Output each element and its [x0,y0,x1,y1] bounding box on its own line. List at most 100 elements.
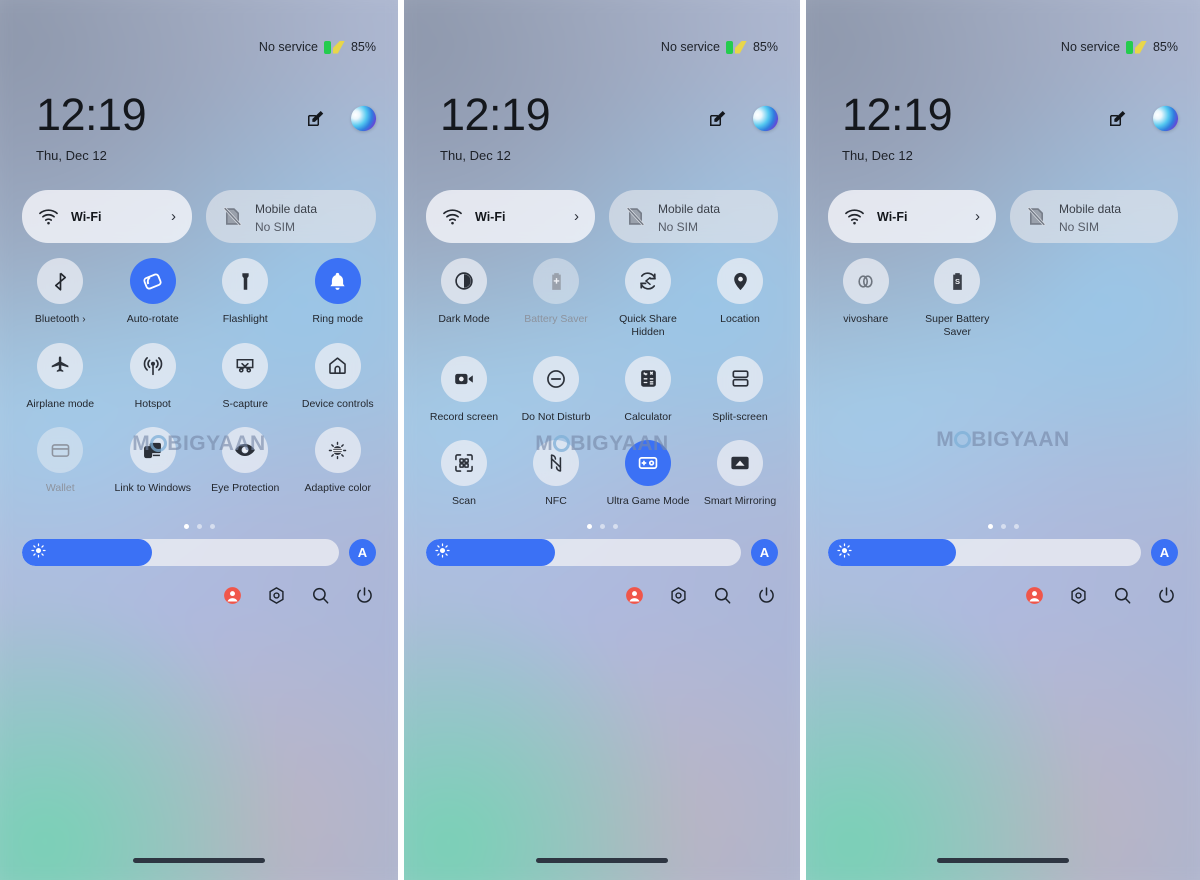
page-dot-1[interactable] [183,524,189,529]
settings-gear-icon[interactable] [668,585,688,605]
page-dot-3[interactable] [1013,524,1019,529]
mobile-data-card[interactable]: Mobile data No SIM [206,190,376,243]
user-account-icon[interactable] [222,585,242,605]
tile-auto-rotate[interactable]: Auto-rotate [107,258,200,327]
auto-brightness-button[interactable]: A [751,539,778,566]
home-indicator-bar[interactable] [937,858,1069,863]
header-clock-row: 12:19 Thu, Dec 12 [806,92,1200,163]
page-dot-1[interactable] [586,524,592,529]
wifi-card-label: Wi-Fi [877,209,908,224]
tile-label: Quick Share Hidden [619,313,677,339]
tile-dark-mode[interactable]: Dark Mode [418,258,510,340]
battery-plus-icon [533,258,579,304]
search-icon[interactable] [310,585,330,605]
tile-link-to-windows[interactable]: Link to Windows [107,427,200,495]
tile-label: Bluetooth › [34,313,86,325]
tile-label: Adaptive color [304,482,372,495]
header-clock-row: 12:19 Thu, Dec 12 [0,92,398,163]
home-indicator-bar[interactable] [536,858,668,863]
brightness-slider[interactable] [22,539,339,566]
tile-quick-share[interactable]: Quick Share Hidden [602,258,694,340]
tile-nfc[interactable]: NFC [510,440,602,508]
tile-label: Location [720,313,760,325]
tile-label: Link to Windows [114,482,191,495]
tile-location[interactable]: Location [694,258,786,340]
auto-brightness-button[interactable]: A [349,539,376,566]
power-icon[interactable] [354,585,374,605]
mobile-data-label: Mobile data [255,201,318,216]
user-account-icon[interactable] [624,585,644,605]
clock-time: 12:19 [36,89,147,140]
control-center-panel-2: No service 85% 12:19 Thu, Dec 12 Wi-Fi ›… [404,0,800,880]
tile-smart-mirroring[interactable]: Smart Mirroring [694,440,786,508]
page-indicator [0,524,398,529]
brightness-slider[interactable] [828,539,1141,566]
tile-bluetooth[interactable]: Bluetooth › [14,258,107,327]
clock-date: Thu, Dec 12 [842,148,913,163]
chevron-right-icon[interactable]: › [171,208,178,225]
page-dot-2[interactable] [599,524,605,529]
video-camera-icon [441,355,487,402]
wifi-card[interactable]: Wi-Fi › [426,190,595,243]
tile-super-battery-saver[interactable]: S Super Battery Saver [912,258,1004,340]
svg-text:S: S [955,276,960,285]
page-dot-1[interactable] [987,524,993,529]
mobile-data-card[interactable]: Mobile data No SIM [609,190,778,243]
chevron-right-icon[interactable]: › [975,208,982,225]
page-dot-2[interactable] [196,524,202,529]
tile-adaptive-color[interactable]: Adaptive color [292,427,385,495]
wifi-card-label: Wi-Fi [71,209,102,224]
edit-pencil-square-icon[interactable] [1108,109,1127,128]
power-icon[interactable] [1156,585,1176,605]
page-dot-3[interactable] [209,524,215,529]
tile-calculator[interactable]: Calculator [602,355,694,424]
tile-split-screen[interactable]: Split-screen [694,355,786,424]
clock-time: 12:19 [842,89,953,140]
auto-brightness-button[interactable]: A [1151,539,1178,566]
bottom-action-bar [1024,585,1176,605]
vivo-logo-icon [1149,102,1182,135]
tile-ultra-game-mode[interactable]: Ultra Game Mode [602,440,694,508]
tile-ring-mode[interactable]: Ring mode [292,258,385,327]
edit-pencil-square-icon[interactable] [708,109,727,128]
tile-s-capture[interactable]: S-capture [199,342,292,411]
tile-vivoshare[interactable]: vivoshare [820,258,912,340]
tile-label: Super Battery Saver [925,313,990,339]
tile-label: Scan [452,495,476,508]
tile-do-not-disturb[interactable]: Do Not Disturb [510,355,602,424]
quick-tiles-grid-panel-3: vivoshare S Super Battery Saver [820,258,1186,340]
wifi-card[interactable]: Wi-Fi › [828,190,996,243]
settings-gear-icon[interactable] [1068,585,1088,605]
tile-hotspot[interactable]: Hotspot [107,342,200,411]
tile-airplane-mode[interactable]: Airplane mode [14,342,107,411]
brightness-slider[interactable] [426,539,741,566]
search-icon[interactable] [1112,585,1132,605]
tile-label: NFC [545,495,567,508]
power-icon[interactable] [756,585,776,605]
tile-flashlight[interactable]: Flashlight [199,258,292,327]
page-dot-3[interactable] [612,524,618,529]
tile-record-screen[interactable]: Record screen [418,355,510,424]
tile-wallet[interactable]: Wallet [14,427,107,495]
edit-pencil-square-icon[interactable] [306,109,325,128]
link-to-windows-icon [129,427,176,474]
tile-device-controls[interactable]: Device controls [292,342,385,411]
mobile-data-card[interactable]: Mobile data No SIM [1010,190,1178,243]
tile-scan[interactable]: Scan [418,440,510,508]
wifi-card[interactable]: Wi-Fi › [22,190,192,243]
chevron-right-icon[interactable]: › [82,314,85,325]
brightness-row: A [22,539,376,566]
page-dot-2[interactable] [1000,524,1006,529]
settings-gear-icon[interactable] [266,585,286,605]
battery-percent-label: 85% [350,40,376,54]
user-account-icon[interactable] [1024,585,1044,605]
chevron-right-icon[interactable]: › [574,208,581,225]
home-indicator-bar[interactable] [133,858,265,863]
tile-label: vivoshare [843,313,889,325]
search-icon[interactable] [712,585,732,605]
battery-icon [1125,40,1133,54]
tile-eye-protection[interactable]: Eye Protection [199,427,292,495]
tile-battery-saver[interactable]: Battery Saver [510,258,602,340]
location-pin-icon [717,258,763,304]
screen-cast-icon [717,440,763,487]
